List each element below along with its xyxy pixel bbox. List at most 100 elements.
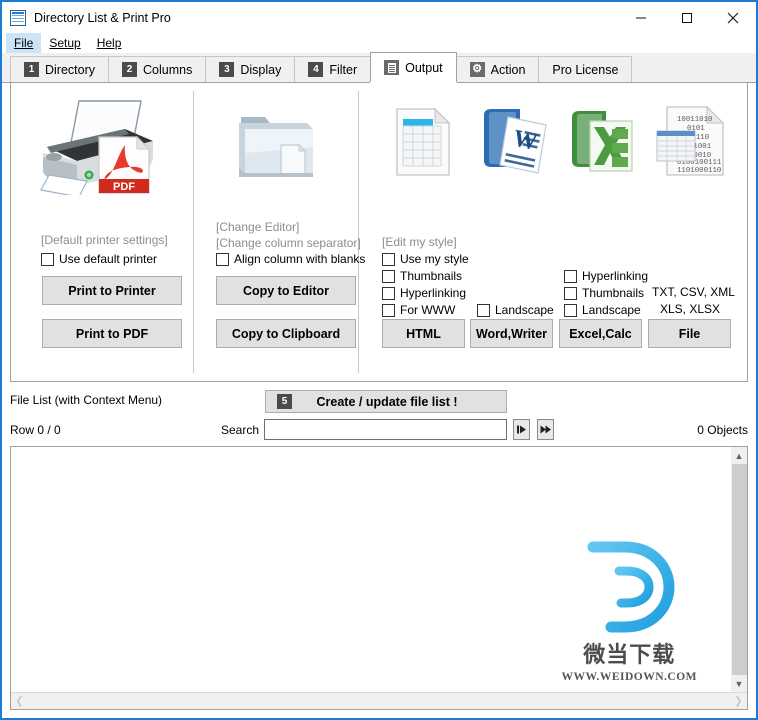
button-label: HTML	[406, 326, 441, 341]
word-icon: W	[480, 105, 550, 177]
tab-output[interactable]: Output	[370, 52, 457, 82]
checkbox-label: Hyperlinking	[582, 269, 649, 283]
create-update-file-list-button[interactable]: 5 Create / update file list !	[265, 390, 507, 413]
tab-filter[interactable]: 4 Filter	[294, 56, 372, 82]
for-www-checkbox[interactable]: For WWW	[382, 302, 455, 318]
file-list-caption: File List (with Context Menu)	[10, 393, 163, 407]
tab-badge-2: 2	[122, 62, 138, 77]
search-label: Search	[221, 423, 260, 437]
binary-file-icon: 10011010 0101 00110 11001 10010 01001001…	[655, 105, 729, 177]
tab-directory[interactable]: 1 Directory	[10, 56, 110, 82]
copy-to-editor-button[interactable]: Copy to Editor	[216, 276, 356, 305]
tab-label-filter: Filter	[329, 62, 358, 77]
create-button-label: Create / update file list !	[316, 394, 458, 409]
checkbox-box	[477, 303, 490, 317]
find-next-icon[interactable]	[513, 419, 530, 440]
checkbox-box	[382, 303, 395, 317]
use-my-style-checkbox[interactable]: Use my style	[382, 251, 469, 267]
tab-strip: 1 Directory 2 Columns 3 Display 4 Filter…	[2, 52, 756, 83]
scroll-left-icon[interactable]: ❮	[11, 696, 28, 707]
scroll-right-icon[interactable]: ❯	[730, 696, 747, 707]
excel-hyperlinking-checkbox[interactable]: Hyperlinking	[564, 268, 648, 284]
html-button[interactable]: HTML	[382, 319, 465, 348]
horizontal-scrollbar[interactable]: ❮ ❯	[11, 692, 747, 709]
word-writer-button[interactable]: Word,Writer	[470, 319, 553, 348]
scroll-down-icon[interactable]: ▼	[731, 675, 748, 692]
menu-item-help[interactable]: Help	[89, 33, 130, 53]
tab-pro-license[interactable]: Pro License	[538, 56, 633, 82]
checkbox-label: Use default printer	[59, 252, 158, 266]
vertical-scroll-thumb[interactable]	[731, 464, 747, 675]
tab-label-display: Display	[240, 62, 282, 77]
html-table-icon	[395, 107, 451, 177]
tab-badge-1: 1	[24, 62, 39, 77]
print-to-printer-button[interactable]: Print to Printer	[42, 276, 182, 305]
menu-item-file[interactable]: File	[6, 33, 42, 53]
vertical-scrollbar[interactable]: ▲ ▼	[730, 447, 747, 692]
svg-text:1101000110: 1101000110	[677, 167, 721, 175]
default-printer-settings-link[interactable]: [Default printer settings]	[41, 233, 168, 247]
change-editor-link[interactable]: [Change Editor]	[216, 220, 299, 234]
menu-bar: File Setup Help	[2, 33, 756, 53]
window-controls	[618, 2, 756, 33]
tab-action[interactable]: ⚙ Action	[455, 56, 540, 82]
menu-item-setup[interactable]: Setup	[41, 33, 88, 53]
button-label: Print to PDF	[75, 326, 149, 341]
checkbox-box	[382, 286, 395, 300]
maximize-icon[interactable]	[664, 2, 710, 33]
tab-columns[interactable]: 2 Columns	[108, 56, 207, 82]
application-window: Directory List & Print Pro File Setup He…	[0, 0, 758, 720]
scroll-up-icon[interactable]: ▲	[731, 447, 748, 464]
minimize-icon[interactable]	[618, 2, 664, 33]
checkbox-label: For WWW	[400, 303, 456, 317]
file-list-view[interactable]: 微当下载 WWW.WEIDOWN.COM ▲ ▼ ❮ ❯	[10, 446, 748, 710]
row-status-label: Row 0 / 0	[10, 423, 61, 437]
edit-my-style-link[interactable]: [Edit my style]	[382, 235, 457, 249]
tab-display[interactable]: 3 Display	[205, 56, 296, 82]
file-button[interactable]: File	[648, 319, 731, 348]
html-hyperlinking-checkbox[interactable]: Hyperlinking	[382, 285, 466, 301]
checkbox-box	[41, 252, 54, 266]
button-label: Copy to Editor	[242, 283, 330, 298]
print-to-pdf-button[interactable]: Print to PDF	[42, 319, 182, 348]
excel-calc-button[interactable]: Excel,Calc	[559, 319, 642, 348]
checkbox-box	[564, 269, 577, 283]
checkbox-box	[382, 269, 395, 283]
find-all-icon[interactable]	[537, 419, 554, 440]
use-default-printer-checkbox[interactable]: Use default printer	[41, 251, 157, 267]
checkbox-label: Landscape	[582, 303, 641, 317]
search-input[interactable]	[264, 419, 507, 440]
checkbox-label: Align column with blanks	[234, 252, 366, 266]
checkbox-box	[564, 303, 577, 317]
excel-icon	[568, 107, 638, 177]
watermark-chinese-text: 微当下载	[583, 643, 676, 668]
watermark: 微当下载 WWW.WEIDOWN.COM	[562, 539, 698, 683]
output-panel: PDF [Default printer settings] Use defau…	[10, 83, 748, 382]
app-list-icon	[10, 9, 26, 26]
word-landscape-checkbox[interactable]: Landscape	[477, 302, 554, 318]
title-bar: Directory List & Print Pro	[2, 2, 756, 33]
button-label: Copy to Clipboard	[231, 326, 341, 341]
tab-label-directory: Directory	[45, 62, 96, 77]
object-count-label: 0 Objects	[697, 423, 748, 437]
close-icon[interactable]	[710, 2, 756, 33]
checkbox-box	[564, 286, 577, 300]
printer-pdf-icon: PDF	[29, 95, 169, 195]
tab-label-pro-license: Pro License	[552, 62, 619, 77]
svg-text:10011010: 10011010	[677, 116, 712, 124]
checkbox-box	[216, 252, 229, 266]
excel-landscape-checkbox[interactable]: Landscape	[564, 302, 641, 318]
html-thumbnails-checkbox[interactable]: Thumbnails	[382, 268, 462, 284]
excel-thumbnails-checkbox[interactable]: Thumbnails	[564, 285, 644, 301]
checkbox-box	[382, 252, 395, 266]
file-formats-line-1: TXT, CSV, XML	[652, 285, 735, 299]
watermark-url-text: WWW.WEIDOWN.COM	[561, 671, 697, 683]
button-label: File	[678, 326, 701, 341]
button-label: Print to Printer	[68, 283, 156, 298]
tab-label-output: Output	[405, 60, 443, 75]
copy-to-clipboard-button[interactable]: Copy to Clipboard	[216, 319, 356, 348]
checkbox-label: Use my style	[400, 252, 469, 266]
align-column-with-blanks-checkbox[interactable]: Align column with blanks	[216, 251, 365, 267]
change-column-separator-link[interactable]: [Change column separator]	[216, 236, 361, 250]
checkbox-label: Hyperlinking	[400, 286, 467, 300]
